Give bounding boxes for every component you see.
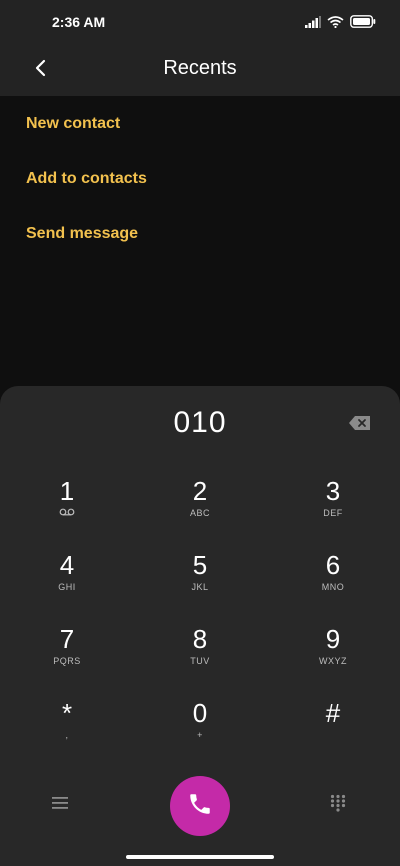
backspace-icon <box>348 416 372 436</box>
key-star[interactable]: * , <box>7 698 127 758</box>
key-letters: + <box>197 730 203 740</box>
key-3[interactable]: 3 DEF <box>273 476 393 536</box>
key-digit: 9 <box>325 624 341 654</box>
send-message-action[interactable]: Send message <box>0 206 400 261</box>
key-digit: 1 <box>59 476 75 506</box>
key-5[interactable]: 5 JKL <box>140 550 260 610</box>
key-4[interactable]: 4 GHI <box>7 550 127 610</box>
key-0[interactable]: 0 + <box>140 698 260 758</box>
key-letters: JKL <box>191 582 209 592</box>
key-letters: , <box>65 730 69 740</box>
phone-icon <box>187 791 213 822</box>
status-time: 2:36 AM <box>52 14 106 30</box>
key-digit: 7 <box>59 624 75 654</box>
key-digit: 4 <box>59 550 75 580</box>
call-button[interactable] <box>170 776 230 836</box>
key-letters: ABC <box>189 508 210 518</box>
key-7[interactable]: 7 PQRS <box>7 624 127 684</box>
add-to-contacts-action[interactable]: Add to contacts <box>0 151 400 206</box>
key-letters: TUV <box>190 656 210 666</box>
backspace-button[interactable] <box>348 414 372 432</box>
dialed-number: 010 <box>173 406 227 439</box>
home-indicator[interactable] <box>126 855 274 859</box>
key-letters: MNO <box>321 582 345 592</box>
new-contact-action[interactable]: New contact <box>0 96 400 151</box>
key-digit: 5 <box>192 550 208 580</box>
key-6[interactable]: 6 MNO <box>273 550 393 610</box>
dialer-bottom-bar <box>0 776 400 836</box>
header: Recents <box>0 44 400 96</box>
menu-button[interactable] <box>52 796 70 812</box>
battery-icon <box>350 15 376 33</box>
key-hash[interactable]: # <box>273 698 393 758</box>
key-digit: # <box>325 698 341 728</box>
dialer-panel: 010 1 2 ABC 3 DEF 4 GHI 5 JKL 6 MNO 7 PQ… <box>0 386 400 866</box>
key-digit: * <box>61 698 73 728</box>
dialpad-icon <box>330 794 346 816</box>
keypad-toggle-button[interactable] <box>330 794 348 812</box>
menu-icon <box>52 797 68 814</box>
signal-icon <box>305 15 321 33</box>
key-letters: PQRS <box>53 656 81 666</box>
page-title: Recents <box>163 57 237 79</box>
key-2[interactable]: 2 ABC <box>140 476 260 536</box>
key-digit: 6 <box>325 550 341 580</box>
voicemail-icon <box>7 508 127 518</box>
status-icons <box>305 15 376 33</box>
key-8[interactable]: 8 TUV <box>140 624 260 684</box>
key-1[interactable]: 1 <box>7 476 127 536</box>
key-letters: GHI <box>58 582 76 592</box>
key-9[interactable]: 9 WXYZ <box>273 624 393 684</box>
key-digit: 0 <box>192 698 208 728</box>
action-list: New contact Add to contacts Send message <box>0 96 400 261</box>
key-letters: WXYZ <box>319 656 347 666</box>
key-digit: 2 <box>192 476 208 506</box>
key-digit: 3 <box>325 476 341 506</box>
key-digit: 8 <box>192 624 208 654</box>
status-bar: 2:36 AM <box>0 0 400 44</box>
key-letters: DEF <box>323 508 343 518</box>
wifi-icon <box>327 15 344 33</box>
